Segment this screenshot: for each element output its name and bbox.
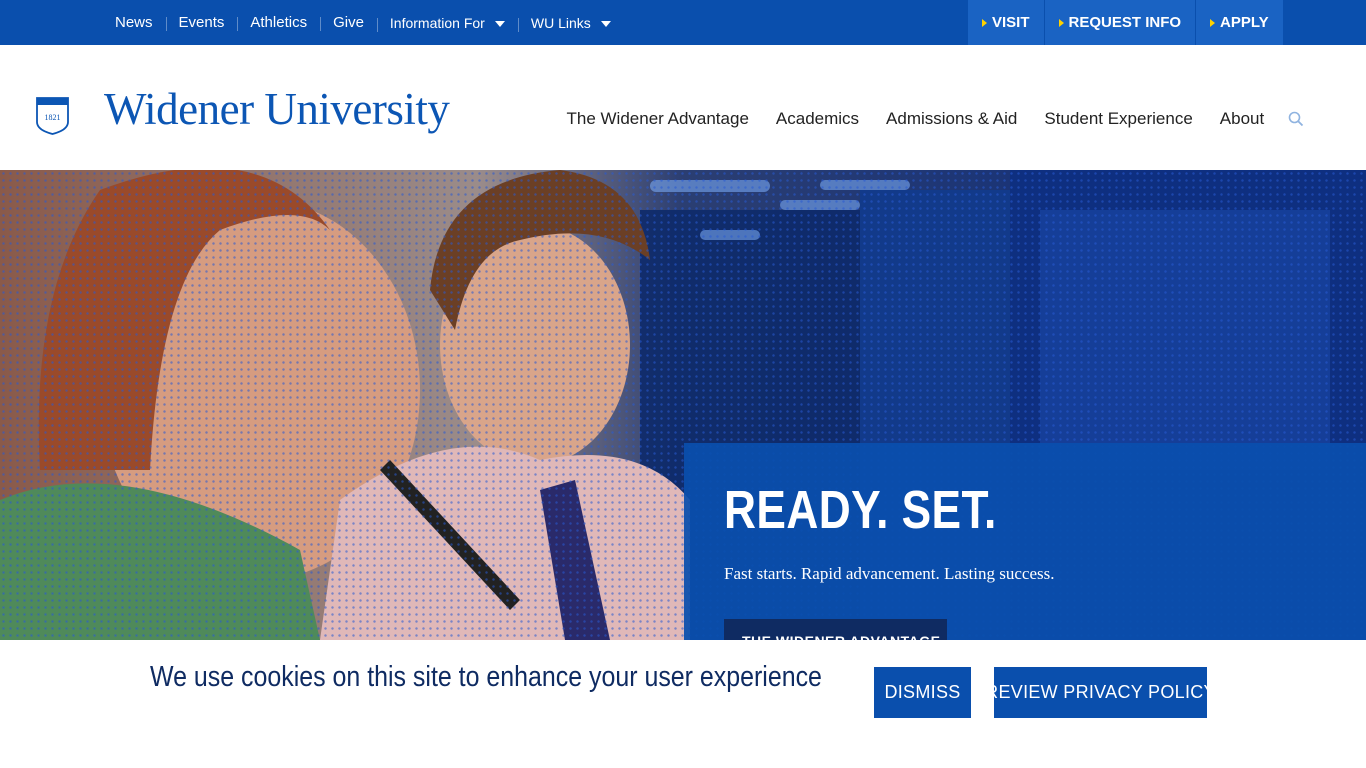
cookie-banner: We use cookies on this site to enhance y… — [0, 640, 1366, 768]
information-for-label: Information For — [389, 14, 485, 31]
main-nav: The Widener Advantage Academics Admissio… — [553, 105, 1306, 133]
nav-admissions-aid[interactable]: Admissions & Aid — [873, 109, 1031, 129]
visit-button[interactable]: VISIT — [968, 0, 1044, 45]
hero-subtitle: Fast starts. Rapid advancement. Lasting … — [724, 564, 1055, 583]
request-info-button[interactable]: REQUEST INFO — [1043, 0, 1196, 45]
chevron-down-icon — [494, 20, 505, 27]
wu-links-label: WU Links — [530, 14, 591, 31]
cookie-message: We use cookies on this site to enhance y… — [150, 661, 822, 693]
nav-academics[interactable]: Academics — [762, 109, 872, 129]
nav-widener-advantage[interactable]: The Widener Advantage — [553, 109, 762, 129]
chevron-down-icon — [600, 20, 611, 27]
arrow-right-icon — [1210, 18, 1216, 27]
search-button[interactable] — [1286, 109, 1306, 129]
information-for-dropdown[interactable]: Information For — [376, 14, 518, 32]
site-wordmark[interactable]: Widener University — [104, 83, 450, 135]
widener-advantage-button[interactable]: THE WIDENER ADVANTAGE — [724, 619, 947, 640]
arrow-right-icon — [1058, 18, 1064, 27]
hero-panel: READY. SET. Fast starts. Rapid advanceme… — [684, 443, 1366, 640]
apply-label: APPLY — [1220, 14, 1269, 31]
nav-about[interactable]: About — [1206, 109, 1277, 129]
utility-links: News Events Athletics Give Information F… — [102, 0, 624, 45]
shield-logo-icon[interactable]: 1821 — [35, 95, 70, 135]
visit-label: VISIT — [992, 14, 1030, 31]
utility-link-athletics[interactable]: Athletics — [237, 14, 320, 31]
arrow-right-icon — [982, 18, 987, 27]
nav-student-experience[interactable]: Student Experience — [1031, 109, 1206, 129]
wu-links-dropdown[interactable]: WU Links — [517, 14, 624, 32]
shield-year: 1821 — [45, 113, 61, 122]
utility-bar: News Events Athletics Give Information F… — [0, 0, 1366, 45]
utility-link-events[interactable]: Events — [165, 14, 238, 31]
utility-link-news[interactable]: News — [102, 14, 166, 31]
review-privacy-policy-button[interactable]: REVIEW PRIVACY POLICY — [985, 667, 1216, 718]
hero-section: READY. SET. Fast starts. Rapid advanceme… — [0, 170, 1366, 640]
search-icon — [1288, 111, 1303, 127]
utility-link-give[interactable]: Give — [320, 14, 377, 31]
request-info-label: REQUEST INFO — [1068, 14, 1182, 31]
apply-button[interactable]: APPLY — [1195, 0, 1283, 45]
dismiss-button[interactable]: DISMISS — [874, 667, 971, 718]
site-header: 1821 Widener University The Widener Adva… — [0, 45, 1366, 170]
hero-headline: READY. SET. — [724, 480, 997, 540]
cta-group: VISIT REQUEST INFO APPLY — [968, 0, 1283, 45]
